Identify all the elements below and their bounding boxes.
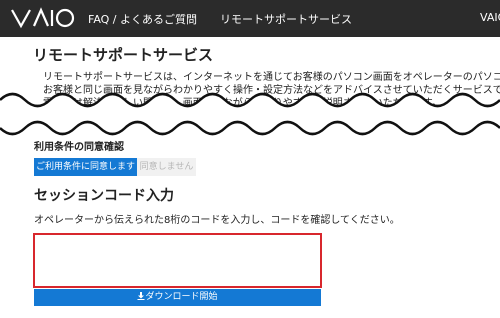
description-line: リモートサポートサービスは、インターネットを通じてお客様のパソコン画面をオペレー… bbox=[43, 72, 500, 83]
site-header: FAQ / よくあるご質問 リモートサポートサービス VAIO bbox=[0, 0, 500, 37]
nav-right-logo[interactable]: VAIO bbox=[480, 11, 500, 24]
agree-terms-button[interactable]: ご利用条件に同意します bbox=[34, 158, 137, 176]
cut-wave-divider bbox=[0, 92, 500, 136]
download-button-label: ダウンロード開始 bbox=[145, 292, 218, 302]
page-title: リモートサポートサービス bbox=[33, 46, 214, 64]
disagree-terms-button[interactable]: 同意しません bbox=[137, 158, 196, 176]
nav-remote-support-link[interactable]: リモートサポートサービス bbox=[220, 11, 352, 27]
top-nav: FAQ / よくあるご質問 リモートサポートサービス VAIO bbox=[88, 11, 500, 27]
terms-consent-label: 利用条件の同意確認 bbox=[34, 142, 124, 153]
session-code-heading: セッションコード入力 bbox=[34, 188, 174, 204]
session-code-instruction: オペレーターから伝えられた8桁のコードを入力し、コードを確認してください。 bbox=[34, 215, 400, 226]
vaio-logo[interactable] bbox=[10, 6, 76, 30]
nav-faq-link[interactable]: FAQ / よくあるご質問 bbox=[88, 11, 197, 27]
session-code-input[interactable] bbox=[33, 233, 322, 288]
download-start-button[interactable]: ダウンロード開始 bbox=[34, 289, 321, 306]
